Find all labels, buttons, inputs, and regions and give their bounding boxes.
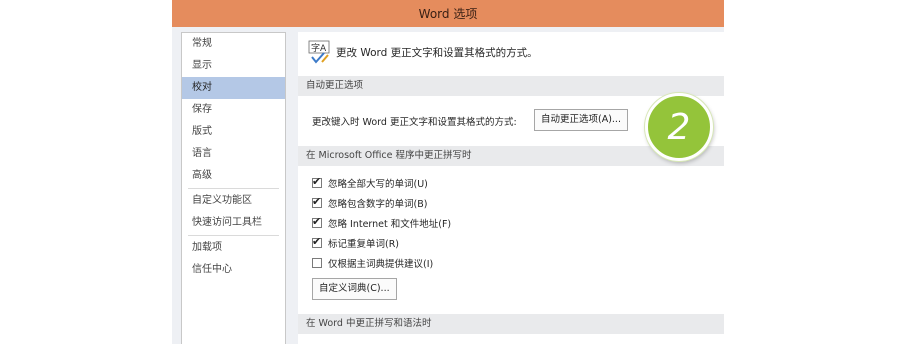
checkbox[interactable] bbox=[312, 175, 322, 188]
custom-dictionaries-button[interactable]: 自定义词典(C)... bbox=[312, 278, 397, 300]
word-options-window: Word 选项 常规 显示 校对 保存 版式 语言 高级 自定义功能区 快速访问… bbox=[172, 0, 724, 344]
nav-item-layout[interactable]: 版式 bbox=[182, 121, 285, 143]
autocorrect-description-text: 更改键入时 Word 更正文字和设置其格式的方式: bbox=[312, 117, 517, 128]
option-ignore-internet[interactable]: 忽略 Internet 和文件地址(F) bbox=[312, 214, 451, 232]
checkbox[interactable] bbox=[312, 215, 322, 228]
nav-item-advanced[interactable]: 高级 bbox=[182, 165, 285, 187]
option-label: 忽略包含数字的单词(B) bbox=[328, 199, 428, 210]
nav-divider bbox=[188, 188, 279, 189]
title-bar: Word 选项 bbox=[172, 0, 724, 27]
nav-item-addins[interactable]: 加载项 bbox=[182, 237, 285, 259]
autocorrect-description: 更改键入时 Word 更正文字和设置其格式的方式: bbox=[312, 114, 517, 128]
checkbox[interactable] bbox=[312, 258, 322, 268]
word-spelling-section-header: 在 Word 中更正拼写和语法时 bbox=[298, 314, 724, 334]
badge-label: 2 bbox=[667, 106, 691, 148]
nav-item-customize-ribbon[interactable]: 自定义功能区 bbox=[182, 190, 285, 212]
nav-item-language[interactable]: 语言 bbox=[182, 143, 285, 165]
section-title: 在 Word 中更正拼写和语法时 bbox=[306, 318, 432, 329]
section-title: 在 Microsoft Office 程序中更正拼写时 bbox=[306, 150, 472, 161]
svg-text:字A: 字A bbox=[311, 42, 327, 54]
nav-item-trust-center[interactable]: 信任中心 bbox=[182, 259, 285, 281]
step-number-badge: 2 bbox=[645, 93, 713, 161]
option-label: 忽略 Internet 和文件地址(F) bbox=[328, 219, 452, 230]
nav-item-proofing[interactable]: 校对 bbox=[182, 77, 285, 99]
autocorrect-options-button[interactable]: 自动更正选项(A)... bbox=[534, 109, 628, 131]
option-label: 仅根据主词典提供建议(I) bbox=[328, 259, 434, 270]
abc-check-icon: 字A bbox=[308, 40, 330, 64]
nav-item-display[interactable]: 显示 bbox=[182, 55, 285, 77]
nav-divider bbox=[188, 235, 279, 236]
option-flag-repeated[interactable]: 标记重复单词(R) bbox=[312, 234, 399, 252]
option-label: 标记重复单词(R) bbox=[328, 239, 400, 250]
proofing-panel: 字A 更改 Word 更正文字和设置其格式的方式。 自动更正选项 更改键入时 W… bbox=[298, 32, 724, 344]
checkbox[interactable] bbox=[312, 195, 322, 208]
nav-item-save[interactable]: 保存 bbox=[182, 99, 285, 121]
section-title: 自动更正选项 bbox=[306, 80, 364, 91]
options-nav: 常规 显示 校对 保存 版式 语言 高级 自定义功能区 快速访问工具栏 加载项 … bbox=[181, 32, 286, 344]
option-label: 忽略全部大写的单词(U) bbox=[328, 179, 428, 190]
dialog-body: 常规 显示 校对 保存 版式 语言 高级 自定义功能区 快速访问工具栏 加载项 … bbox=[172, 27, 724, 344]
window-title: Word 选项 bbox=[418, 7, 478, 21]
option-ignore-uppercase[interactable]: 忽略全部大写的单词(U) bbox=[312, 174, 428, 192]
autocorrect-section-header: 自动更正选项 bbox=[298, 76, 724, 96]
checkbox[interactable] bbox=[312, 235, 322, 248]
nav-item-quick-access[interactable]: 快速访问工具栏 bbox=[182, 212, 285, 234]
option-main-dict-only[interactable]: 仅根据主词典提供建议(I) bbox=[312, 254, 433, 272]
panel-header-text: 更改 Word 更正文字和设置其格式的方式。 bbox=[336, 46, 538, 59]
nav-item-general[interactable]: 常规 bbox=[182, 33, 285, 55]
panel-header: 字A 更改 Word 更正文字和设置其格式的方式。 bbox=[308, 38, 538, 66]
option-ignore-numbers[interactable]: 忽略包含数字的单词(B) bbox=[312, 194, 427, 212]
